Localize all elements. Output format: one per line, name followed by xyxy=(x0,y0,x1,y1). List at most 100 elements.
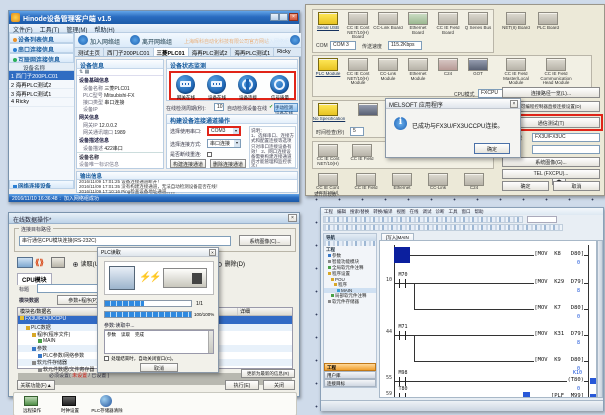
ccie-field-head-icon[interactable] xyxy=(546,58,566,71)
plc-read-titlebar[interactable]: PLC读取× xyxy=(98,248,218,257)
delete-channel-button[interactable]: 删除连接通道 xyxy=(210,159,246,168)
module-label[interactable]: NET(II) Board xyxy=(501,26,531,31)
tab-hz2[interactable]: 海再PLC测试2 xyxy=(189,48,232,56)
tab-hz1[interactable]: 海再PLC测试1 xyxy=(231,48,274,56)
got-icon[interactable] xyxy=(468,58,488,71)
leave-group-icon[interactable] xyxy=(130,35,140,45)
cancel-button[interactable]: 取消 xyxy=(553,181,600,191)
plc-module-icon[interactable] xyxy=(318,58,338,71)
menu-window[interactable]: 窗口 xyxy=(462,209,471,214)
join-group-link[interactable]: 加入网络组 xyxy=(264,38,289,45)
maximize-button[interactable] xyxy=(279,13,288,21)
mode-select[interactable]: 串口连接▾ xyxy=(207,139,241,148)
cclink-module-icon[interactable] xyxy=(378,58,398,71)
close-button2[interactable]: 关闭 xyxy=(263,380,295,390)
melsoft-dialog-titlebar[interactable]: MELSOFT 应用程序 × xyxy=(386,99,520,109)
close-button[interactable]: × xyxy=(289,13,298,21)
module-label[interactable]: Ethernet xyxy=(386,186,418,191)
network-globe-icon[interactable] xyxy=(290,35,300,45)
tel-button[interactable]: TEL (FXCPU)... xyxy=(502,169,600,179)
online-data-titlebar[interactable]: 在线数据操作* × xyxy=(9,213,299,224)
menu-tool[interactable]: 工具 xyxy=(449,209,458,214)
instruction[interactable]: MOV K31 D79 xyxy=(534,331,584,337)
instruction[interactable]: MOV K9 D80 xyxy=(534,357,584,363)
menu-edit[interactable]: 编辑 xyxy=(337,209,346,214)
instruction[interactable]: PLF M99 xyxy=(551,393,584,398)
join-group-button[interactable]: 加入网络组 xyxy=(90,37,120,46)
module-label[interactable]: Q Series Bus xyxy=(463,26,493,31)
col-detail[interactable]: 详细 xyxy=(238,308,288,315)
menu-help[interactable]: 帮助(H) xyxy=(94,25,114,31)
device-row[interactable]: 2 海再PLC测试2 xyxy=(9,80,74,89)
menu-file[interactable]: 文件(F) xyxy=(13,25,33,31)
sidebar-section-internet[interactable]: 互联网连接信息 xyxy=(9,53,74,63)
ccie-cont-module-icon[interactable] xyxy=(348,58,368,71)
system-image-button[interactable]: 系统图像(C)... xyxy=(239,235,291,246)
module-label[interactable]: GOT xyxy=(463,72,493,77)
execute-button[interactable]: 执行(E) xyxy=(225,380,259,390)
progress-cancel-button[interactable]: 取消 xyxy=(140,363,178,372)
build-channel-button[interactable]: 构建连接通道 xyxy=(170,159,206,168)
menu-manage[interactable]: 管理(M) xyxy=(66,25,87,31)
nav-button-project[interactable]: 工程 xyxy=(324,363,376,371)
menu-diagnostics[interactable]: 诊断 xyxy=(436,209,445,214)
related-functions-button[interactable]: 关联功能(F)▲ xyxy=(17,380,55,390)
join-group-icon[interactable] xyxy=(78,35,88,45)
module-label[interactable]: CC IE Cont NET/10(H) Module xyxy=(343,72,373,86)
device-row[interactable]: 3 海再PLC测试1 xyxy=(9,89,74,98)
menu-convert[interactable]: 转换/编译 xyxy=(373,209,392,214)
module-label[interactable]: C24 xyxy=(433,72,463,77)
device-row-selected[interactable]: 1 西门子200PLC01 xyxy=(9,71,74,80)
contact[interactable] xyxy=(399,331,406,340)
tab-mitsubishi-active[interactable]: 三菱PLC01 xyxy=(154,48,189,56)
ccie-field-master-icon[interactable] xyxy=(506,58,526,71)
instruction[interactable]: MOV K29 D79 xyxy=(534,279,584,285)
hinode-titlebar[interactable]: Hinode设备管理客户端 v1.5 × xyxy=(9,11,299,24)
time-check-value[interactable]: 5 xyxy=(350,127,364,136)
menu-find[interactable]: 搜索/替换 xyxy=(350,209,369,214)
other-station-icon[interactable] xyxy=(358,103,378,116)
module-label[interactable]: Ethernet Board xyxy=(403,26,433,35)
system-image-button[interactable]: 系统图像(G)... xyxy=(502,157,600,167)
menu-project[interactable]: 工程 xyxy=(324,209,333,214)
sidebar-section-devices[interactable]: 设备列表信息 xyxy=(9,33,74,43)
module-label[interactable]: C24 xyxy=(458,186,490,191)
cycle-value[interactable]: 10 xyxy=(214,103,224,111)
port-select[interactable]: COM3▾ xyxy=(207,126,241,136)
check-icon[interactable]: ✓ xyxy=(269,104,273,110)
tab-siemens[interactable]: 西门子200PLC01 xyxy=(104,48,154,56)
com-value[interactable]: COM 3 xyxy=(330,41,356,50)
menu-view[interactable]: 视图 xyxy=(397,209,406,214)
prop-group[interactable]: 设备描述信息 xyxy=(77,136,163,145)
module-label[interactable]: Ethernet Module xyxy=(403,72,433,81)
auto-close-checkbox[interactable]: 处理结束时，自动关闭窗口(C)。 xyxy=(104,356,176,362)
plc-board-icon[interactable] xyxy=(538,12,558,25)
prop-group[interactable]: 网关信息 xyxy=(77,113,163,122)
netii-board-icon[interactable] xyxy=(506,12,526,25)
ok-button[interactable]: 确定 xyxy=(502,181,549,191)
menu-debug[interactable]: 调试 xyxy=(423,209,432,214)
tab-ricky[interactable]: Ricky xyxy=(274,48,293,56)
serial-usb-icon[interactable] xyxy=(318,12,338,25)
close-icon[interactable]: × xyxy=(209,249,216,256)
no-specification-icon[interactable] xyxy=(318,103,338,116)
multi-cclink-icon[interactable] xyxy=(428,173,448,186)
network-device-button[interactable]: 网络连接设备 xyxy=(9,180,74,189)
module-label[interactable]: CC-Link xyxy=(422,186,454,191)
menu-online[interactable]: 在线 xyxy=(410,209,419,214)
prop-value[interactable]: 1989 xyxy=(114,130,125,136)
menu-help[interactable]: 帮助 xyxy=(475,209,484,214)
manual-detect-button[interactable]: 手动检测设备在线 xyxy=(274,103,298,112)
refresh-button[interactable]: 更新为最新的信息(R) xyxy=(241,369,295,378)
close-icon[interactable]: × xyxy=(510,100,518,108)
edit-cursor-cell[interactable] xyxy=(394,247,410,263)
module-label[interactable]: CC IE Field xyxy=(350,186,382,191)
ethernet-module-icon[interactable] xyxy=(408,58,428,71)
toolbar-row-2[interactable] xyxy=(323,224,563,231)
prop-value[interactable]: 串口连接 xyxy=(104,100,124,106)
contact[interactable] xyxy=(399,377,406,386)
module-label[interactable]: PLC Board xyxy=(533,26,563,31)
multi-ethernet-icon[interactable] xyxy=(392,173,412,186)
close-icon[interactable]: × xyxy=(288,214,297,222)
module-label[interactable]: CC IE Field xyxy=(346,157,378,162)
